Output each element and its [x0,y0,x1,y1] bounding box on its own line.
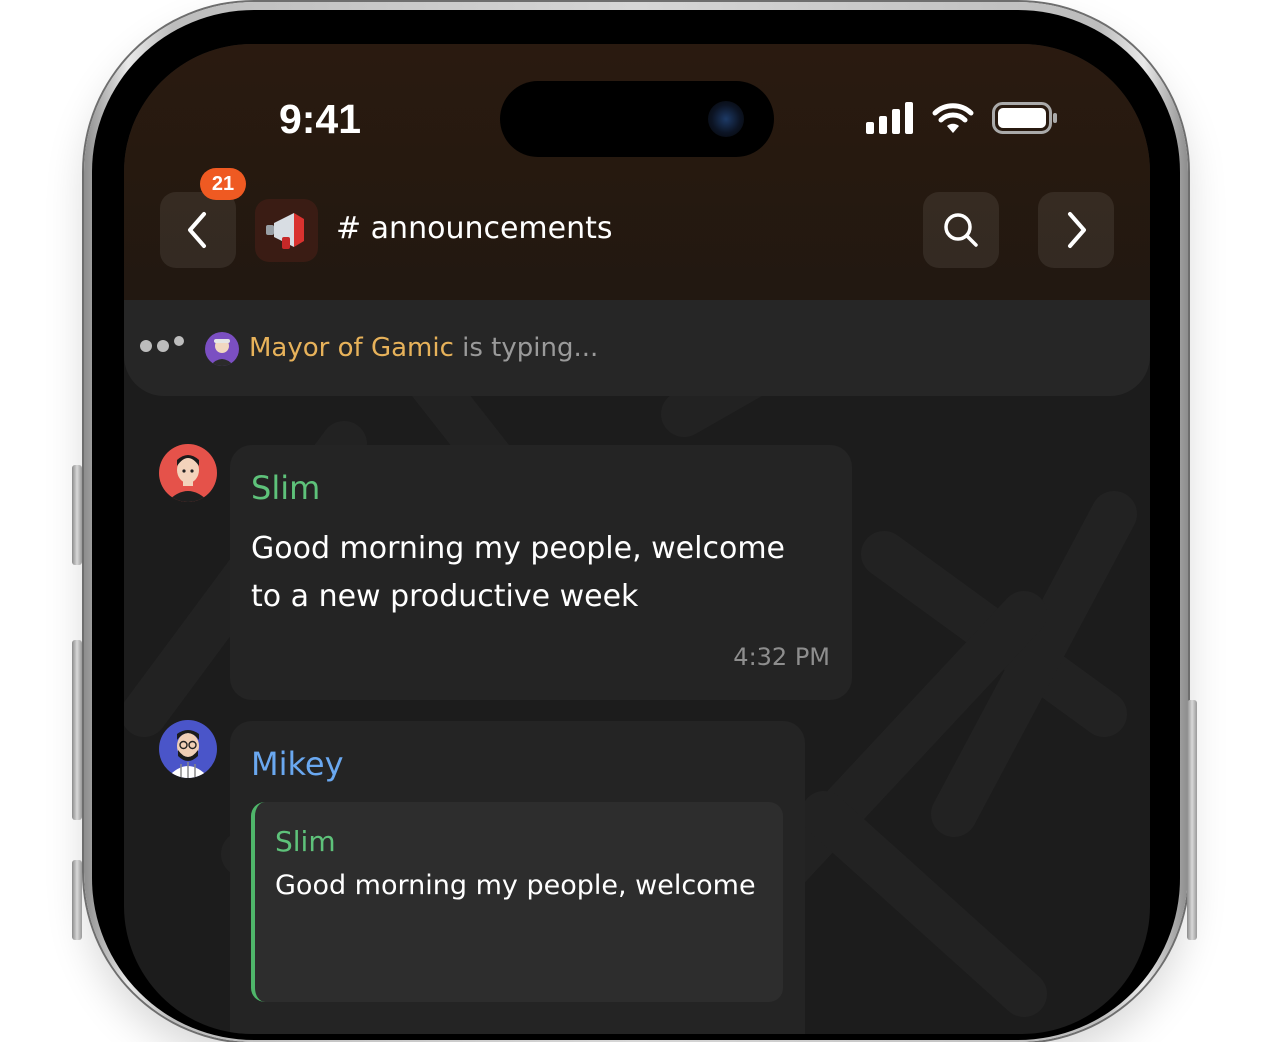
avatar[interactable] [159,444,217,502]
app-screen: 9:41 21 # announcements Mayor of Gamic i… [124,44,1150,1034]
message-text-line: to a new productive week [251,579,639,614]
person-icon [210,339,234,366]
message-text-line: Good morning my people, welcome [251,531,785,566]
camera-icon [708,101,744,137]
typing-user-avatar [205,332,239,366]
chevron-right-icon [1068,212,1086,248]
chevron-left-icon [188,212,206,248]
mute-switch [72,465,82,565]
signal-icon [866,102,913,134]
typing-user-name: Mayor of Gamic [249,333,454,363]
megaphone-icon [265,212,304,249]
channel-title[interactable]: # announcements [336,207,613,251]
volume-up-button [72,640,82,820]
battery-icon [992,102,1057,134]
quoted-sender-name: Slim [275,825,336,858]
message-bubble[interactable]: Mikey Slim Good morning my people, welco… [230,721,805,1034]
typing-text: Mayor of Gamic is typing... [249,330,598,366]
typing-suffix: is typing... [453,333,599,363]
forward-button[interactable] [1038,192,1114,268]
back-button[interactable] [160,192,236,268]
volume-down-button [72,860,82,940]
message-bubble[interactable]: Slim Good morning my people, welcome to … [230,445,852,700]
status-icons [866,100,1058,136]
quoted-reply[interactable]: Slim Good morning my people, welcome [251,802,783,1002]
channel-avatar[interactable] [255,199,318,262]
dynamic-island [500,81,774,157]
avatar[interactable] [159,720,217,778]
user-avatar-mikey-icon [167,730,209,778]
power-button [1187,700,1197,940]
wifi-icon [932,103,974,133]
quoted-text: Good morning my people, welcome [275,870,756,901]
typing-indicator: Mayor of Gamic is typing... [124,300,1150,396]
user-avatar-slim-icon [167,455,209,502]
message-timestamp: 4:32 PM [733,643,830,671]
search-button[interactable] [923,192,999,268]
search-icon [944,213,978,247]
typing-dots-icon [140,336,184,352]
sender-name[interactable]: Mikey [251,742,344,786]
unread-badge: 21 [200,168,246,200]
sender-name[interactable]: Slim [251,466,320,510]
status-time: 9:41 [278,96,362,142]
